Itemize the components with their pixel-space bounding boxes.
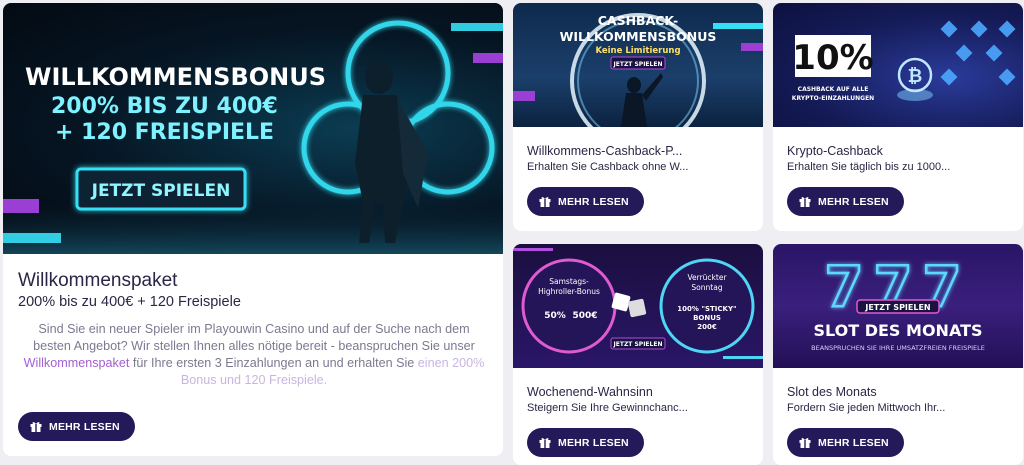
read-more-button[interactable]: MEHR LESEN: [787, 187, 904, 216]
read-more-label: MEHR LESEN: [49, 420, 120, 433]
weekend-cta: JETZT SPIELEN: [613, 341, 663, 348]
crypto-banner[interactable]: 10% CASHBACK AUF ALLE KRYPTO-EINZAHLUNGE…: [773, 3, 1023, 127]
weekend-banner[interactable]: Samstags- Highroller-Bonus 50% 500€ Verr…: [513, 244, 763, 368]
gift-icon: [799, 196, 811, 207]
promo-card-cashback: CASHBACK- WILLKOMMENSBONUS Keine Limitie…: [513, 3, 763, 231]
desc-text-1: Sind Sie ein neuer Spieler im Playouwin …: [33, 322, 475, 353]
gift-icon: [539, 437, 551, 448]
promo-subtitle: Erhalten Sie täglich bis zu 1000...: [787, 161, 951, 173]
promo-title: Wochenend-Wahnsinn: [527, 385, 653, 399]
read-more-button[interactable]: MEHR LESEN: [787, 428, 904, 457]
welcome-banner-art: WILLKOMMENSBONUS 200% BIS ZU 400€ + 120 …: [3, 20, 503, 254]
weekend-left-pct: 50%: [544, 311, 566, 321]
read-more-button[interactable]: MEHR LESEN: [527, 187, 644, 216]
promo-card-welcome: WILLKOMMENSBONUS 200% BIS ZU 400€ + 120 …: [3, 3, 503, 456]
weekend-left-amt: 500€: [572, 311, 597, 321]
crypto-line1: CASHBACK AUF ALLE: [798, 86, 869, 93]
weekend-right-pct: 100% "STICKY": [677, 305, 736, 313]
cashback-banner[interactable]: CASHBACK- WILLKOMMENSBONUS Keine Limitie…: [513, 3, 763, 127]
crypto-big: 10%: [792, 38, 873, 78]
desc-text-2: für Ihre ersten 3 Einzahlungen an und er…: [129, 356, 418, 370]
banner-cta: JETZT SPIELEN: [91, 181, 231, 201]
banner-headline-2: 200% BIS ZU 400€: [51, 94, 278, 119]
read-more-button[interactable]: MEHR LESEN: [527, 428, 644, 457]
gift-icon: [539, 196, 551, 207]
weekend-banner-art: Samstags- Highroller-Bonus 50% 500€ Verr…: [513, 248, 763, 359]
crypto-line2: KRYPTO-EINZAHLUNGEN: [792, 95, 874, 102]
slot-headline: SLOT DES MONATS: [813, 321, 982, 340]
weekend-right-title2: Sonntag: [691, 283, 722, 292]
slot-banner[interactable]: 777 JETZT SPIELEN SLOT DES MONATS BEANSP…: [773, 244, 1023, 368]
banner-headline-3: + 120 FREISPIELE: [55, 120, 274, 145]
weekend-left-title1: Samstags-: [549, 277, 589, 286]
promo-title: Krypto-Cashback: [787, 144, 883, 158]
promo-card-weekend: Samstags- Highroller-Bonus 50% 500€ Verr…: [513, 244, 763, 465]
weekend-right-word: BONUS: [693, 314, 721, 322]
cashback-banner-art: CASHBACK- WILLKOMMENSBONUS Keine Limitie…: [513, 13, 763, 127]
slot-banner-art: 777 JETZT SPIELEN SLOT DES MONATS BEANSP…: [811, 254, 985, 352]
cashback-line3: Keine Limitierung: [595, 46, 680, 56]
read-more-label: MEHR LESEN: [818, 436, 889, 449]
promo-title: Willkommens-Cashback-P...: [527, 144, 683, 158]
promo-description: Sind Sie ein neuer Spieler im Playouwin …: [18, 321, 490, 389]
promo-subtitle: 200% bis zu 400€ + 120 Freispiele: [18, 294, 241, 310]
bitcoin-icon: ₿: [908, 66, 923, 87]
read-more-label: MEHR LESEN: [818, 195, 889, 208]
promo-card-slot-of-month: 777 JETZT SPIELEN SLOT DES MONATS BEANSP…: [773, 244, 1023, 465]
slot-tagline: BEANSPRUCHEN SIE IHRE UMSATZFREIEN FREIS…: [811, 344, 985, 352]
gift-icon: [799, 437, 811, 448]
crypto-banner-art: 10% CASHBACK AUF ALLE KRYPTO-EINZAHLUNGE…: [792, 20, 1016, 102]
read-more-label: MEHR LESEN: [558, 436, 629, 449]
promo-title: Willkommenspaket: [18, 270, 178, 291]
promo-title: Slot des Monats: [787, 385, 877, 399]
desc-link[interactable]: Willkommenspaket: [24, 356, 130, 370]
weekend-right-title1: Verrückter: [687, 273, 727, 282]
weekend-left-title2: Highroller-Bonus: [538, 287, 600, 296]
promo-subtitle: Steigern Sie Ihre Gewinnchanc...: [527, 402, 688, 414]
promo-subtitle: Erhalten Sie Cashback ohne W...: [527, 161, 689, 173]
weekend-right-amt: 200€: [697, 323, 717, 331]
promo-subtitle: Fordern Sie jeden Mittwoch Ihr...: [787, 402, 946, 414]
read-more-label: MEHR LESEN: [558, 195, 629, 208]
cashback-cta: JETZT SPIELEN: [613, 61, 663, 68]
welcome-banner[interactable]: WILLKOMMENSBONUS 200% BIS ZU 400€ + 120 …: [3, 3, 503, 254]
promo-card-crypto: 10% CASHBACK AUF ALLE KRYPTO-EINZAHLUNGE…: [773, 3, 1023, 231]
cashback-line1: CASHBACK-: [598, 13, 678, 28]
slot-cta: JETZT SPIELEN: [864, 303, 930, 312]
gift-icon: [30, 421, 42, 432]
banner-headline-1: WILLKOMMENSBONUS: [25, 63, 326, 91]
read-more-button[interactable]: MEHR LESEN: [18, 412, 135, 441]
cashback-line2: WILLKOMMENSBONUS: [560, 29, 717, 44]
